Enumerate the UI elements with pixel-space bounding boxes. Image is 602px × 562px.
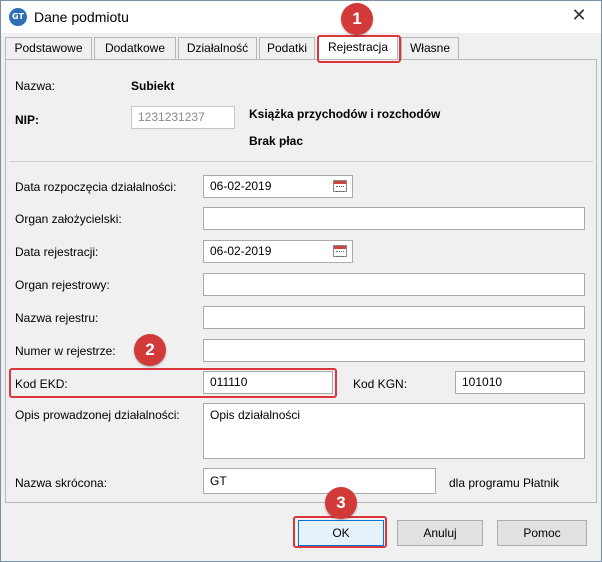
kgn-label: Kod KGN: [353, 377, 408, 391]
highlight-ok-button [293, 516, 387, 548]
tab-wlasne[interactable]: Własne [401, 37, 459, 59]
calendar-icon[interactable] [333, 180, 347, 192]
founding-body-label: Organ założycielski: [15, 212, 122, 226]
tab-dodatkowe[interactable]: Dodatkowe [94, 37, 176, 59]
name-label: Nazwa: [15, 79, 56, 93]
kgn-field[interactable]: 101010 [455, 371, 585, 394]
close-icon[interactable]: ✕ [565, 5, 593, 29]
reg-date-label: Data rejestracji: [15, 245, 99, 259]
register-number-label: Numer w rejestrze: [15, 344, 116, 358]
register-number-field[interactable] [203, 339, 585, 362]
reg-body-field[interactable] [203, 273, 585, 296]
section-divider [9, 161, 593, 162]
start-date-value: 06-02-2019 [210, 179, 272, 193]
reg-date-field[interactable]: 06-02-2019 [203, 240, 353, 263]
nip-label: NIP: [15, 113, 39, 127]
short-name-label: Nazwa skrócona: [15, 476, 108, 490]
founding-body-field[interactable] [203, 207, 585, 230]
short-name-field[interactable]: GT [203, 468, 436, 494]
reg-body-label: Organ rejestrowy: [15, 278, 110, 292]
app-icon: GT [9, 8, 27, 26]
nip-field: 1231231237 [131, 106, 235, 129]
tab-podstawowe[interactable]: Podstawowe [5, 37, 92, 59]
tab-podatki[interactable]: Podatki [259, 37, 315, 59]
activity-desc-label: Opis prowadzonej działalności: [15, 408, 180, 422]
ledger-type: Książka przychodów i rozchodów [249, 107, 441, 121]
short-name-note: dla programu Płatnik [449, 476, 560, 490]
reg-date-value: 06-02-2019 [210, 244, 272, 258]
company-name: Subiekt [131, 79, 175, 93]
payroll-type: Brak płac [249, 134, 304, 148]
start-date-label: Data rozpoczęcia działalności: [15, 180, 177, 194]
step-badge-2: 2 [134, 334, 166, 366]
step-badge-3: 3 [325, 487, 357, 519]
help-button[interactable]: Pomoc [497, 520, 587, 546]
title-bar[interactable]: GT Dane podmiotu ✕ [1, 1, 601, 33]
dialog-window: GT Dane podmiotu ✕ Podstawowe Dodatkowe … [0, 0, 602, 562]
start-date-field[interactable]: 06-02-2019 [203, 175, 353, 198]
calendar-icon[interactable] [333, 245, 347, 257]
cancel-button[interactable]: Anuluj [397, 520, 483, 546]
tab-dzialalnosc[interactable]: Działalność [178, 37, 257, 59]
highlight-ekd-row [9, 368, 337, 398]
step-badge-1: 1 [341, 3, 373, 35]
activity-desc-field[interactable]: Opis działalności [203, 403, 585, 459]
window-title: Dane podmiotu [34, 9, 129, 25]
highlight-tab-rejestracja [317, 35, 401, 63]
register-name-field[interactable] [203, 306, 585, 329]
register-name-label: Nazwa rejestru: [15, 311, 99, 325]
